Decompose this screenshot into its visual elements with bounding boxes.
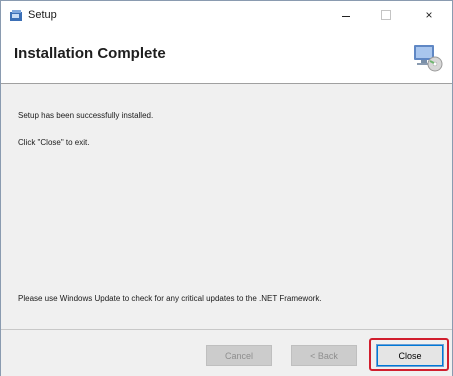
button-bar: Cancel < Back Close	[1, 329, 452, 376]
computer-cd-icon	[414, 45, 443, 72]
header-banner: Installation Complete	[1, 31, 452, 84]
content-area: Setup has been successfully installed. C…	[1, 84, 452, 328]
setup-window: Setup × Installation Complete Setup has …	[0, 0, 453, 376]
window-title: Setup	[28, 9, 57, 21]
page-title: Installation Complete	[14, 45, 166, 62]
update-notice: Please use Windows Update to check for a…	[18, 294, 322, 303]
maximize-icon	[381, 10, 391, 20]
close-icon: ×	[425, 8, 433, 22]
window-close-button[interactable]: ×	[410, 1, 448, 29]
setup-app-icon	[10, 10, 22, 21]
close-button[interactable]: Close	[376, 344, 444, 367]
back-button[interactable]: < Back	[291, 345, 357, 366]
maximize-button[interactable]	[367, 1, 405, 29]
minimize-button[interactable]	[327, 1, 365, 29]
exit-instruction: Click "Close" to exit.	[18, 138, 90, 147]
cancel-button[interactable]: Cancel	[206, 345, 272, 366]
title-bar: Setup ×	[1, 1, 452, 31]
minimize-icon	[342, 15, 350, 17]
success-message: Setup has been successfully installed.	[18, 111, 154, 120]
